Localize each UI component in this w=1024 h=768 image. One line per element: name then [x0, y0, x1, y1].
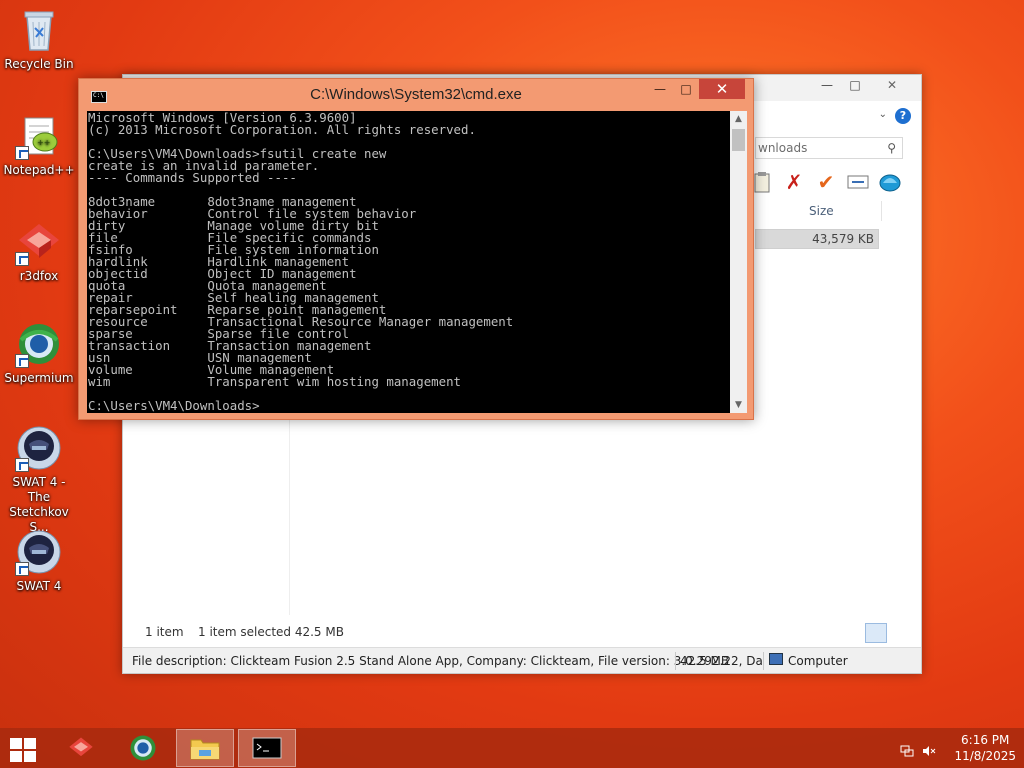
desktop-icon-swat4-stetchkov[interactable]: SWAT 4 - The Stetchkov S... [1, 424, 77, 535]
desktop-icon-label: r3dfox [19, 269, 59, 283]
close-button[interactable]: ✕ [699, 79, 745, 99]
close-button[interactable]: ✕ [869, 75, 915, 95]
taskbar-file-explorer-button[interactable] [176, 729, 234, 767]
status-bar: 1 item 1 item selected 42.5 MB [123, 621, 921, 643]
checkmark-icon[interactable]: ✔ [813, 169, 839, 195]
details-bar: File description: Clickteam Fusion 2.5 S… [123, 647, 921, 673]
recycle-bin-icon [15, 6, 63, 54]
file-size-cell: 43,579 KB [812, 232, 874, 246]
supermium-icon [130, 735, 156, 761]
cmd-icon [252, 737, 282, 759]
explorer-toolbar: ✗ ✔ [749, 169, 903, 195]
vertical-scrollbar[interactable]: ▲ ▼ [730, 111, 747, 413]
desktop-icon-label: SWAT 4 [16, 579, 62, 593]
swat4-icon [15, 424, 63, 472]
network-icon[interactable] [900, 742, 914, 757]
taskbar-supermium-button[interactable] [114, 729, 172, 767]
location-label: Computer [788, 654, 848, 668]
console-output: Microsoft Windows [Version 6.3.9600] (c)… [88, 111, 514, 413]
desktop-icon-recycle-bin[interactable]: Recycle Bin [1, 6, 77, 72]
swat4-icon [15, 528, 63, 576]
computer-icon [769, 653, 783, 665]
column-header-size[interactable]: Size [749, 201, 882, 223]
clock-date: 11/8/2025 [954, 749, 1016, 763]
taskbar: 6:16 PM 11/8/2025 [0, 728, 1024, 768]
taskbar-r3dfox-button[interactable] [52, 729, 110, 767]
shortcut-arrow-icon [15, 146, 29, 160]
supermium-icon [15, 320, 63, 368]
volume-muted-icon[interactable] [922, 742, 936, 756]
cmd-titlebar[interactable]: C:\ C:\Windows\System32\cmd.exe — □ ✕ [79, 79, 753, 111]
minimize-button[interactable]: — [813, 75, 841, 95]
desktop-icon-r3dfox[interactable]: r3dfox [1, 218, 77, 284]
details-view-button[interactable] [865, 623, 887, 643]
properties-icon[interactable] [877, 169, 903, 195]
delete-icon[interactable]: ✗ [781, 169, 807, 195]
file-size-detail: 42.5 MB [680, 654, 730, 668]
item-count: 1 item [145, 625, 184, 639]
r3dfox-icon [15, 218, 63, 266]
shortcut-arrow-icon [15, 562, 29, 576]
column-header-label: Size [809, 204, 834, 218]
desktop-icon-label: Recycle Bin [4, 57, 74, 71]
maximize-button[interactable]: □ [841, 75, 869, 95]
large-icons-view-button[interactable] [889, 623, 911, 643]
search-input[interactable]: wnloads ⚲ [755, 137, 903, 159]
maximize-button[interactable]: □ [673, 79, 699, 99]
r3dfox-icon [69, 737, 93, 757]
desktop-icon-swat4[interactable]: SWAT 4 [1, 528, 77, 594]
selected-file-row[interactable]: 43,579 KB [755, 229, 879, 249]
rename-icon[interactable] [845, 169, 871, 195]
help-icon[interactable]: ? [895, 108, 911, 124]
start-button[interactable] [8, 736, 38, 762]
nav-pane-divider[interactable] [289, 415, 290, 615]
desktop-icon-label: SWAT 4 - The Stetchkov S... [9, 475, 69, 534]
scroll-thumb[interactable] [732, 129, 745, 151]
folder-icon [190, 739, 220, 760]
minimize-button[interactable]: — [647, 79, 673, 99]
ribbon-expand-icon[interactable]: ⌄ [879, 109, 887, 120]
desktop-icon-supermium[interactable]: Supermium [1, 320, 77, 386]
file-description: File description: Clickteam Fusion 2.5 S… [132, 654, 763, 668]
search-text: wnloads [758, 141, 808, 155]
svg-text:++: ++ [37, 138, 50, 147]
cmd-window[interactable]: C:\ C:\Windows\System32\cmd.exe — □ ✕ Mi… [78, 78, 754, 420]
desktop-icon-label: Supermium [4, 371, 74, 385]
scroll-down-icon[interactable]: ▼ [730, 397, 747, 413]
selection-info: 1 item selected 42.5 MB [198, 625, 344, 639]
desktop-icon-label: Notepad++ [3, 163, 75, 177]
desktop-icon-notepadpp[interactable]: ++ Notepad++ [1, 112, 77, 178]
notepadpp-icon: ++ [15, 112, 63, 160]
shortcut-arrow-icon [15, 252, 29, 266]
clock-time: 6:16 PM [961, 733, 1010, 747]
taskbar-cmd-button[interactable] [238, 729, 296, 767]
search-icon[interactable]: ⚲ [887, 141, 896, 155]
shortcut-arrow-icon [15, 458, 29, 472]
console-area[interactable]: Microsoft Windows [Version 6.3.9600] (c)… [87, 111, 747, 413]
shortcut-arrow-icon [15, 354, 29, 368]
scroll-up-icon[interactable]: ▲ [730, 111, 747, 127]
clock[interactable]: 6:16 PM 11/8/2025 [954, 732, 1016, 764]
